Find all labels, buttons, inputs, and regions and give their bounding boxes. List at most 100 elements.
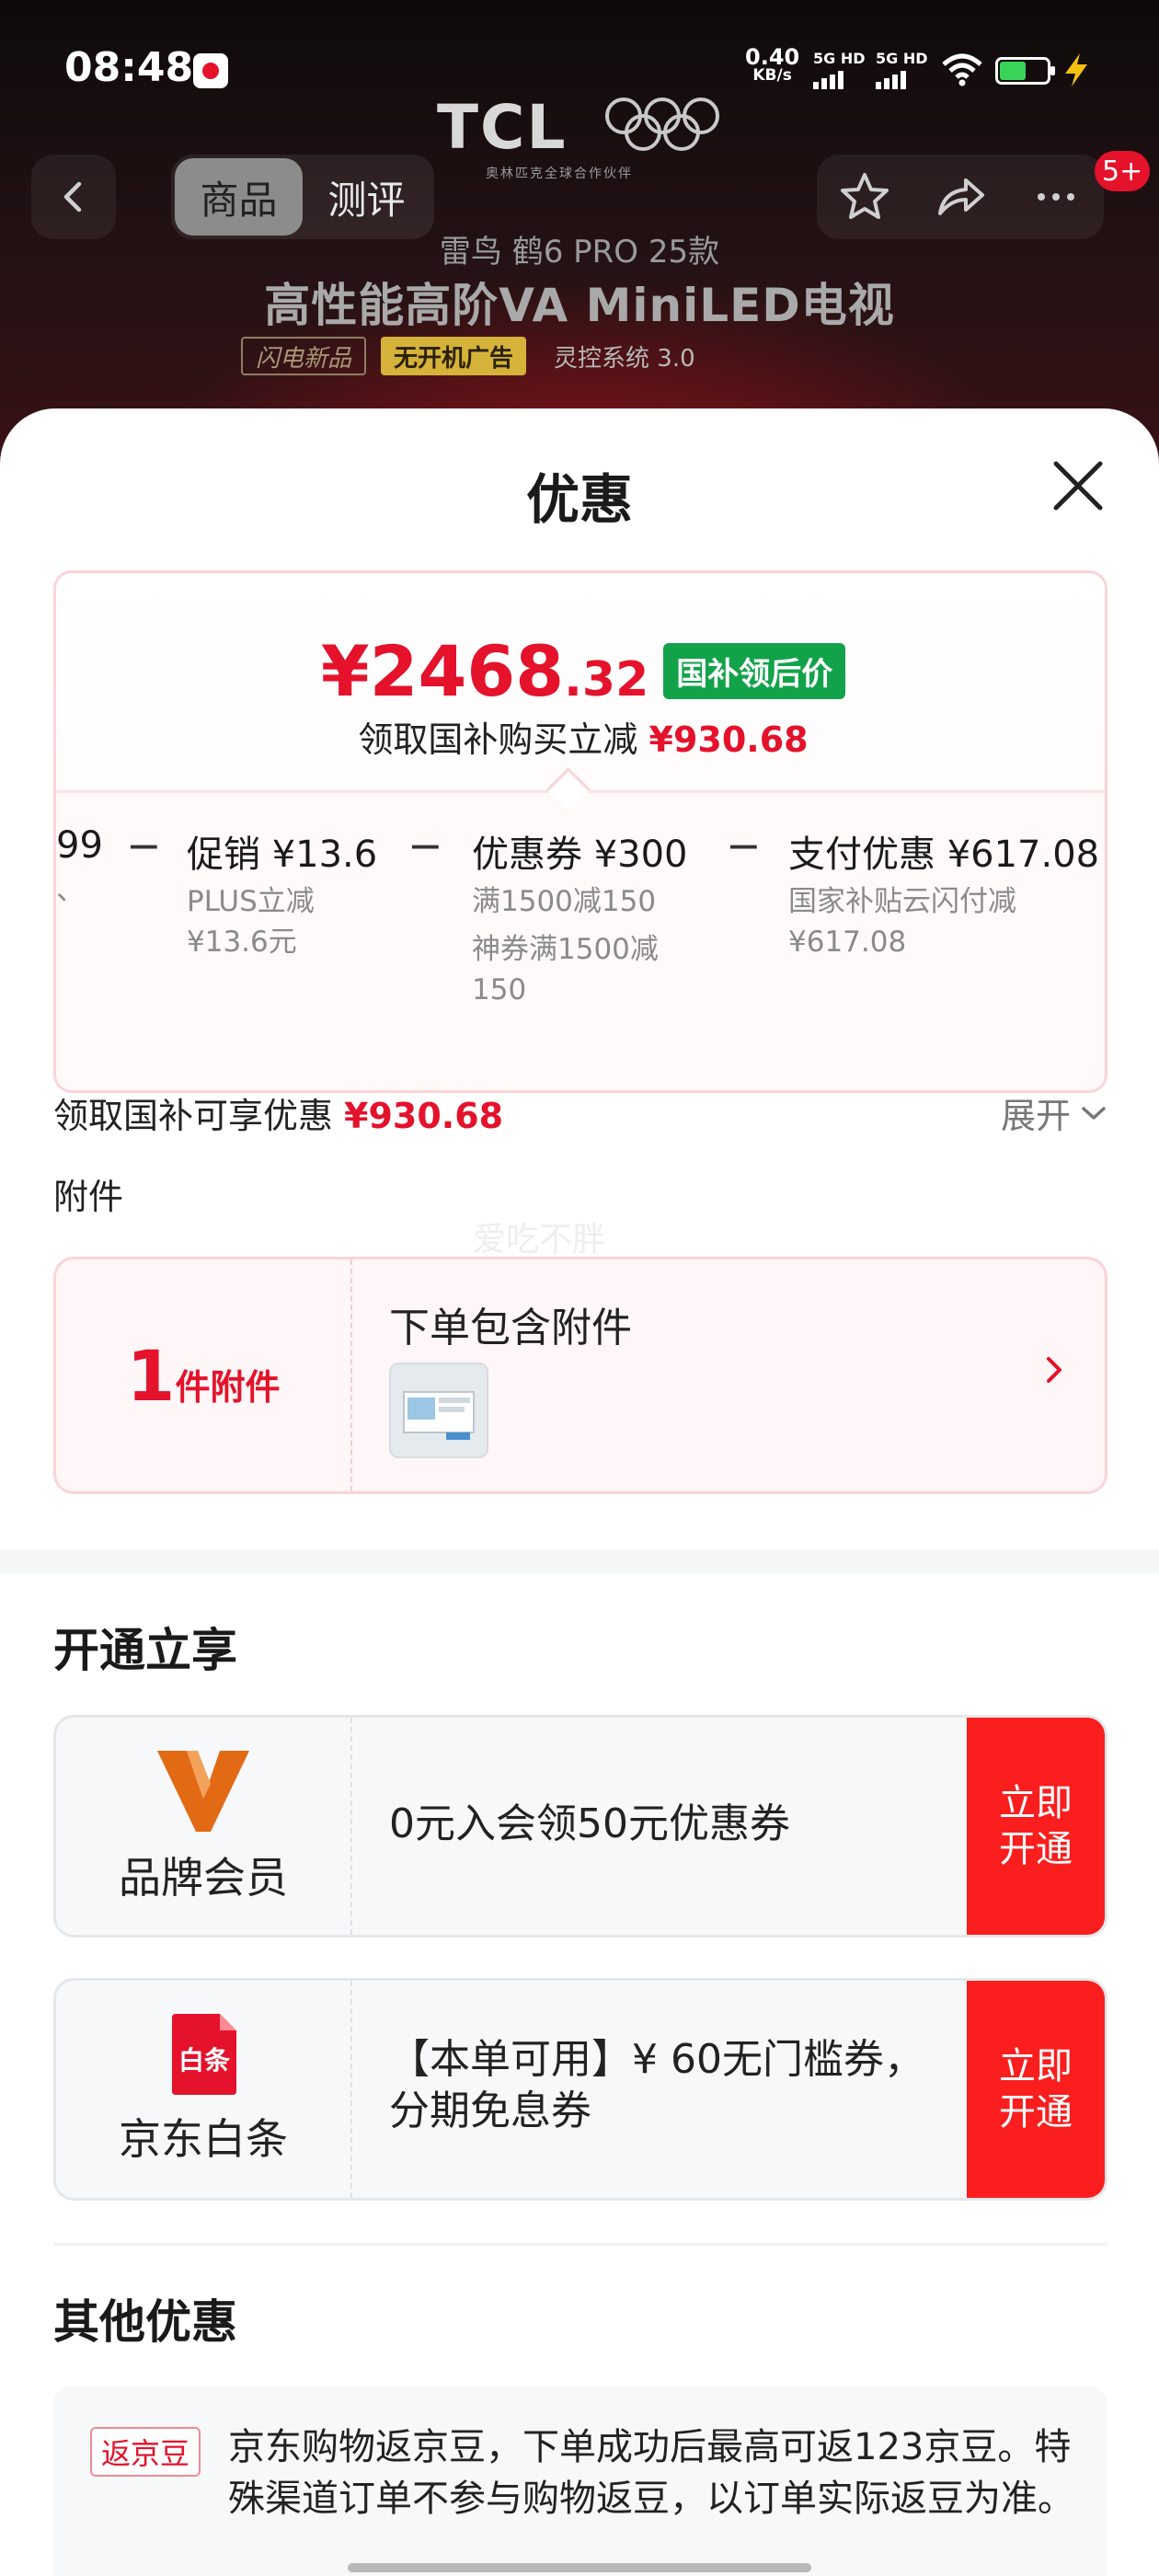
minus-sign: − [726, 821, 762, 870]
breakdown-item-base: 99 、 [56, 824, 103, 911]
back-icon [63, 181, 82, 213]
price-decimal: .32 [564, 652, 649, 707]
net-speed-value: 0.40 [745, 44, 800, 70]
minus-sign: − [126, 821, 162, 870]
accessory-section-title: 附件 [53, 1177, 124, 1217]
close-button[interactable] [1049, 456, 1107, 515]
brand-member-logo: 品牌会员 [56, 1718, 352, 1935]
more-button[interactable] [1027, 167, 1085, 226]
share-button[interactable] [931, 167, 990, 226]
price-integer: 2468 [369, 630, 565, 712]
breakdown-item-promo: 促销 ¥13.6 PLUS立减 ¥13.6元 [187, 824, 377, 962]
jingdou-card: 返京豆 京东购物返京豆，下单成功后最高可返123京豆。特殊渠道订单不参与购物返豆… [53, 2386, 1107, 2576]
net-speed-unit: KB/s [752, 66, 792, 85]
baitiao-icon: 白条 [172, 2014, 236, 2095]
discount-summary-row: 领取国补可享优惠 ¥930.68 展开 [53, 1087, 1107, 1143]
other-section-title: 其他优惠 [53, 2295, 237, 2349]
sim2-signal-icon: 5G HD [876, 50, 928, 89]
discount-label: 领取国补可享优惠 [53, 1096, 334, 1136]
price-line: ¥2468.32 国补领后价 [56, 630, 1105, 712]
baitiao-logo: 白条 京东白条 [56, 1981, 352, 2198]
watermark-text: 爱吃不胖 [473, 1221, 606, 1259]
breakdown-detail: 神券满1500减 [472, 933, 659, 966]
brand-member-card[interactable]: 品牌会员 0元入会领50元优惠券 立即 开通 [53, 1715, 1107, 1938]
breakdown-detail: ¥617.08 [788, 926, 907, 959]
accessory-count: 1 件附件 [56, 1259, 352, 1491]
breakdown-detail: 、 [56, 874, 85, 907]
breakdown-item-coupon: 优惠券 ¥300 满1500减150 神券满1500减 150 [472, 824, 688, 1010]
tab-review[interactable]: 测评 [303, 158, 430, 236]
baitiao-icon-text: 白条 [178, 2045, 230, 2076]
message-count-badge: 5+ [1095, 151, 1151, 191]
star-icon [841, 173, 889, 219]
accessory-card[interactable]: 1 件附件 下单包含附件 [53, 1257, 1107, 1494]
open-baitiao-button-label: 立即 开通 [999, 2045, 1073, 2133]
accessory-count-number: 1 [126, 1334, 176, 1417]
chevron-right-icon [1047, 1357, 1061, 1383]
expand-label: 展开 [1000, 1096, 1071, 1136]
open-member-button[interactable]: 立即 开通 [967, 1718, 1105, 1935]
accessory-text: 下单包含附件 [389, 1305, 632, 1351]
discount-sheet: 优惠 ¥2468.32 国补领后价 领取国补购买立减 ¥930.68 99 、 [0, 408, 1159, 2576]
clock: 08:48 [64, 44, 194, 91]
baitiao-card[interactable]: 白条 京东白条 【本单可用】¥ 60无门槛券， 分期免息券 立即 开通 [53, 1978, 1107, 2201]
brand-member-icon [157, 1751, 249, 1832]
breakdown-detail: 满1500减150 [472, 885, 657, 918]
breakdown-detail: 150 [472, 973, 527, 1006]
subsidy-price-badge: 国补领后价 [663, 643, 846, 699]
product-tags: 闪电新品 无开机广告 灵控系统 3.0 [241, 337, 708, 375]
baitiao-offer-line1: 【本单可用】¥ 60无门槛券， [389, 2036, 924, 2083]
price-breakdown[interactable]: 99 、 − 促销 ¥13.6 PLUS立减 ¥13.6元 − 优惠券 ¥300… [56, 790, 1105, 1090]
sheet-title: 优惠 [525, 468, 633, 531]
brand-logo: TCL [437, 92, 568, 163]
close-icon [1053, 461, 1103, 511]
breakdown-detail: 国家补贴云闪付减 [788, 885, 1016, 918]
favorite-button[interactable] [835, 167, 894, 226]
battery-icon [995, 57, 1055, 85]
jingdou-tag: 返京豆 [90, 2427, 201, 2477]
tab-product[interactable]: 商品 [175, 158, 303, 236]
home-indicator[interactable] [348, 2563, 811, 2572]
product-subtitle: 雷鸟 鹤6 PRO 25款 [439, 234, 720, 270]
sim2-label: 5G HD [876, 50, 928, 67]
sim1-signal-icon: 5G HD [813, 50, 866, 89]
discount-amount: ¥930.68 [344, 1096, 504, 1136]
jingdou-text: 京东购物返京豆，下单成功后最高可返123京豆。特殊渠道订单不参与购物返豆，以订单… [228, 2426, 1074, 2520]
breakdown-detail: PLUS立减 [187, 885, 315, 918]
accessory-image [403, 1391, 475, 1440]
baitiao-name: 京东白条 [119, 2114, 288, 2164]
brand-subtitle: 奥林匹克全球合作伙伴 [486, 167, 633, 181]
open-section-title: 开通立享 [53, 1624, 237, 1677]
price-subtitle: 领取国补购买立减 ¥930.68 [56, 711, 1105, 762]
section-divider [0, 1549, 1159, 1573]
wifi-icon [942, 53, 982, 86]
brand-member-name: 品牌会员 [119, 1853, 288, 1903]
product-hero: 08:48 0.40 KB/s 5G HD 5G HD TCL 奥林匹克全球合作… [0, 0, 1159, 478]
notification-app-icon [193, 53, 228, 88]
chevron-down-icon [1082, 1106, 1106, 1120]
share-icon [938, 178, 984, 215]
breakdown-head: 促销 ¥13.6 [187, 834, 378, 876]
accessory-count-unit: 件附件 [175, 1366, 281, 1408]
price-subtitle-amount: ¥930.68 [648, 719, 809, 760]
network-speed: 0.40 KB/s [745, 44, 800, 85]
section-divider-thin [53, 2243, 1107, 2246]
app-root: 08:48 0.40 KB/s 5G HD 5G HD TCL 奥林匹克全球合作… [0, 0, 1159, 2576]
brand-member-offer: 0元入会领50元优惠券 [389, 1800, 790, 1847]
discount-summary: 领取国补可享优惠 ¥930.68 [53, 1087, 1107, 1138]
price-currency: ¥ [320, 630, 370, 712]
open-baitiao-button[interactable]: 立即 开通 [967, 1981, 1105, 2198]
product-tag-no-ads: 无开机广告 [381, 337, 527, 375]
olympic-rings-icon [605, 98, 719, 151]
more-icon [1038, 193, 1074, 201]
expand-button[interactable]: 展开 [1001, 1087, 1107, 1138]
baitiao-offer-line2: 分期免息券 [389, 2087, 591, 2134]
price-subtitle-text: 领取国补购买立减 [358, 719, 638, 760]
accessory-thumbnail [389, 1363, 488, 1458]
charging-bolt-icon [1065, 53, 1087, 86]
product-title: 高性能高阶VA MiniLED电视 [264, 279, 895, 332]
product-tag-system: 灵控系统 3.0 [554, 344, 695, 373]
minus-sign: − [407, 821, 443, 870]
open-member-button-label: 立即 开通 [999, 1782, 1073, 1870]
final-price: ¥2468.32 [321, 630, 649, 712]
